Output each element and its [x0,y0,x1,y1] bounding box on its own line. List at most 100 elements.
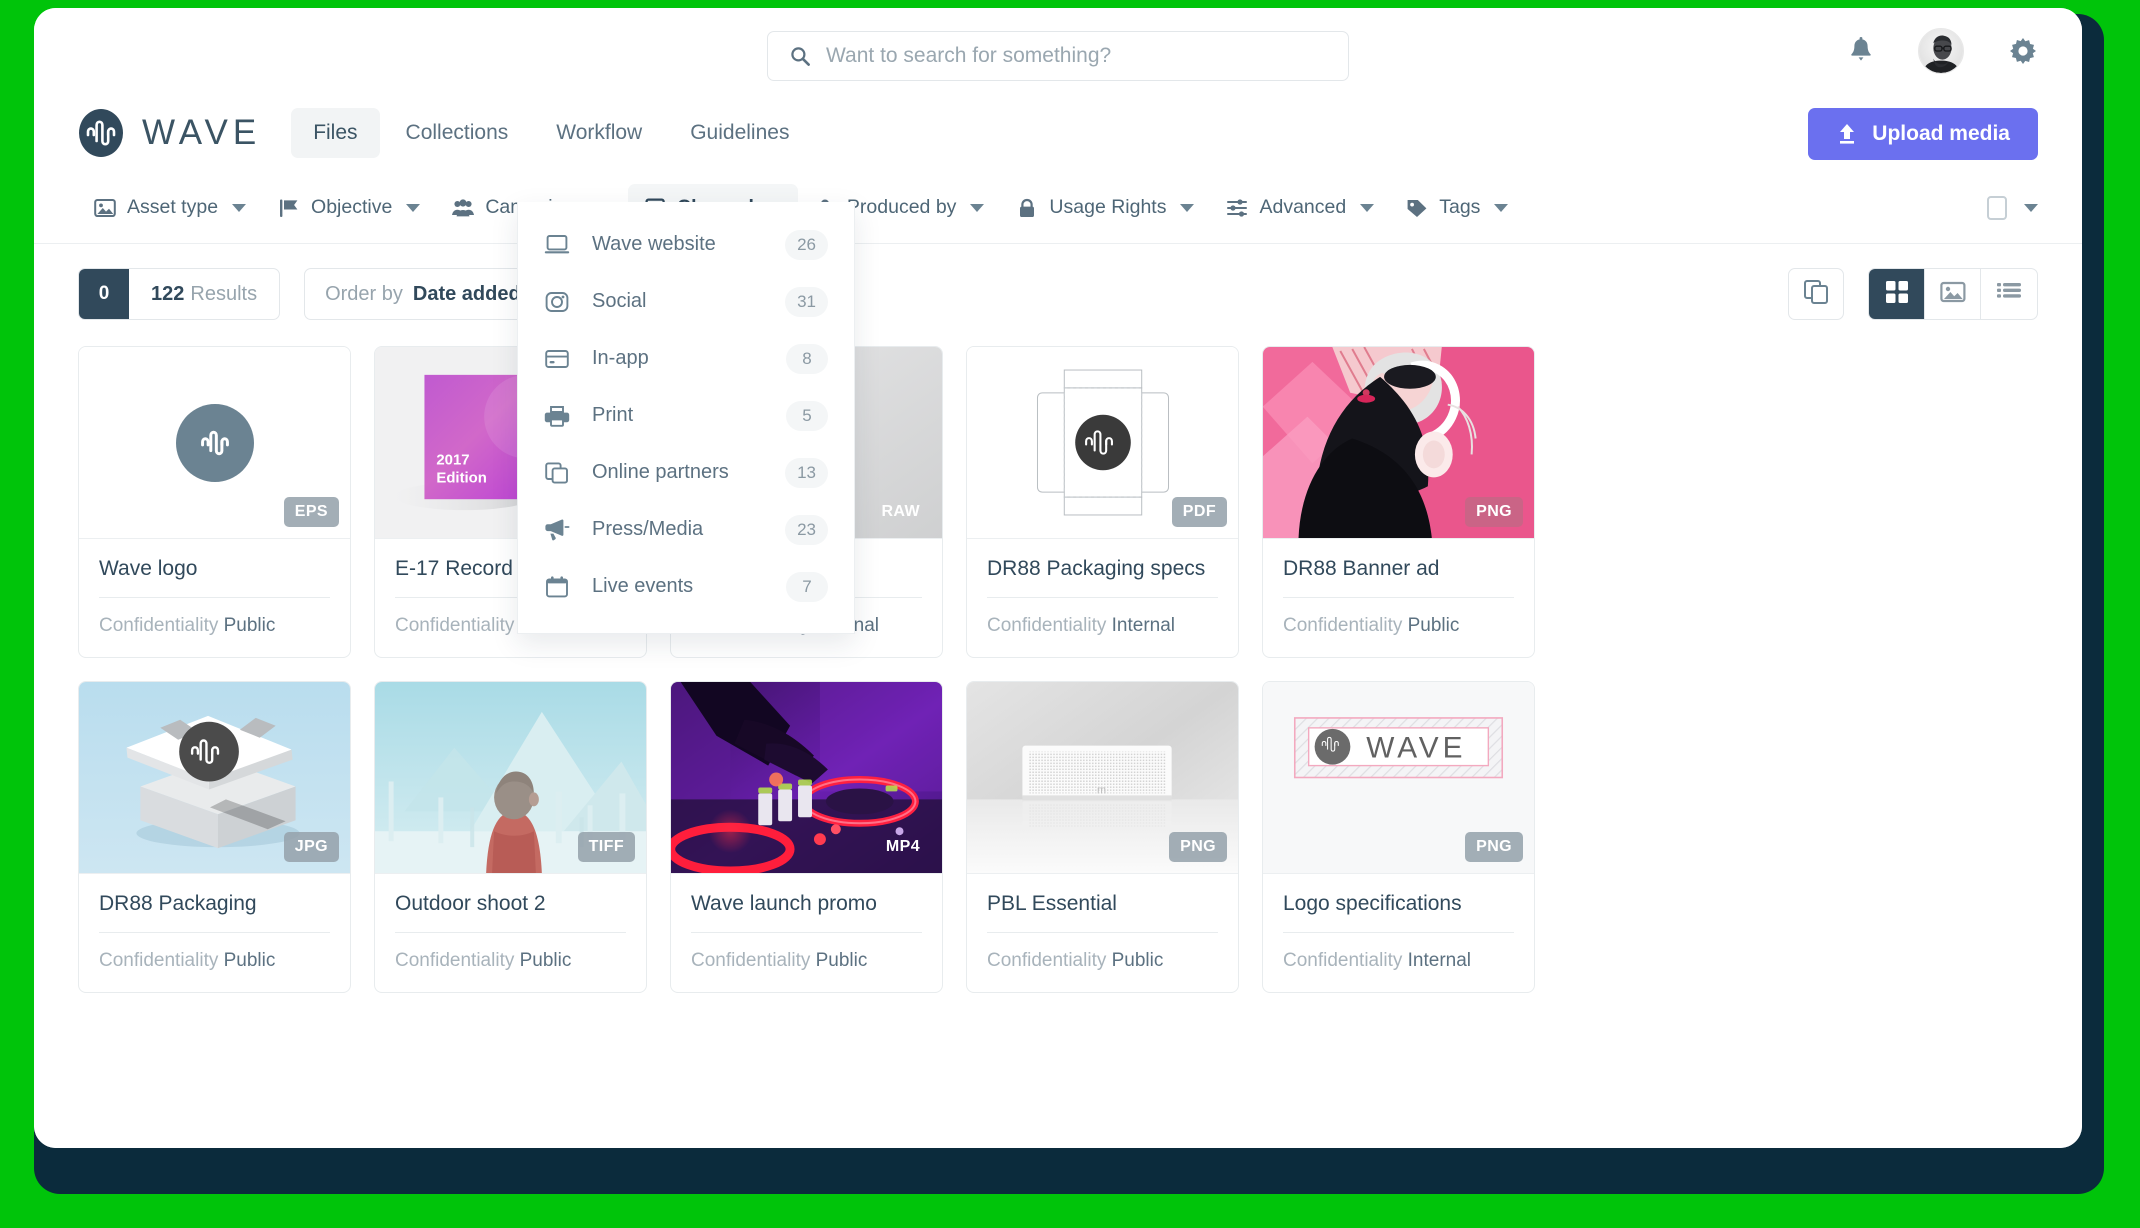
view-list[interactable] [1981,269,2037,319]
asset-card[interactable]: EPS Wave logo Confidentiality Public [78,346,351,658]
dropdown-item-wave-website[interactable]: Wave website 26 [518,216,854,273]
format-badge: MP4 [885,838,920,855]
dropdown-item-live-events[interactable]: Live events 7 [518,558,854,615]
dropdown-item-count: 23 [785,514,828,545]
filter-objective[interactable]: Objective [262,184,436,231]
upload-media-label: Upload media [1872,122,2010,145]
asset-title: DR88 Packaging specs [987,557,1218,598]
asset-meta-value: Public [1407,615,1460,636]
asset-thumbnail: m PNG [967,682,1238,874]
results-toolbar: 0 122 Results Order by Date added [78,244,2038,344]
dropdown-item-social[interactable]: Social 31 [518,273,854,330]
asset-meta-label: Confidentiality [395,615,515,636]
format-badge: PNG [1169,832,1227,862]
desktop-background: WAVE Files Collections Workflow Guidelin… [0,0,2140,1228]
select-all-checkbox[interactable] [1987,195,2007,220]
order-by-value: Date added [412,282,521,305]
dropdown-item-print[interactable]: Print 5 [518,387,854,444]
asset-info: DR88 Banner ad Confidentiality Public [1263,539,1534,657]
filter-asset-type[interactable]: Asset type [78,184,262,231]
asset-title: DR88 Packaging [99,892,330,933]
filter-asset-type-label: Asset type [127,196,219,218]
asset-meta-label: Confidentiality [987,615,1107,636]
global-search[interactable] [767,31,1349,81]
filter-produced-by-label: Produced by [846,196,957,218]
chevron-down-icon [1494,203,1509,212]
asset-meta-label: Confidentiality [1283,615,1403,636]
main-nav: WAVE Files Collections Workflow Guidelin… [34,94,2082,172]
gear-icon[interactable] [2008,36,2038,66]
wave-logo-icon [78,108,124,158]
asset-meta-label: Confidentiality [99,615,219,636]
top-bar [34,8,2082,94]
asset-card[interactable]: JPG DR88 Packaging Confidentiality Publi… [78,681,351,993]
flag-icon [278,198,300,218]
asset-info: DR88 Packaging Confidentiality Public [79,874,350,992]
asset-card[interactable]: TIFF Outdoor shoot 2 Confidentiality Pub… [374,681,647,993]
asset-title: Outdoor shoot 2 [395,892,626,933]
format-badge: JPG [283,832,339,862]
asset-card[interactable]: PNG DR88 Banner ad Confidentiality Publi… [1262,346,1535,658]
dropdown-item-label: Print [592,404,634,426]
search-icon [790,46,810,66]
chevron-down-icon [406,203,421,212]
asset-meta-label: Confidentiality [99,950,219,971]
filter-tags[interactable]: Tags [1390,184,1524,231]
tab-collections[interactable]: Collections [384,108,531,158]
notifications-bell-icon[interactable] [1848,36,1874,66]
filter-advanced[interactable]: Advanced [1210,184,1390,231]
asset-thumbnail: JPG [79,682,350,874]
asset-meta: Confidentiality Public [99,598,330,637]
filter-tags-label: Tags [1439,196,1481,218]
tag-icon [1406,198,1428,218]
selected-count[interactable]: 0 [79,269,129,319]
svg-text:Edition: Edition [436,469,487,486]
tab-files[interactable]: Files [291,108,380,158]
asset-card[interactable]: MP4 Wave launch promo Confidentiality Pu… [670,681,943,993]
asset-card[interactable]: WAVE PNG Logo specifications Confidentia… [1262,681,1535,993]
asset-title: DR88 Banner ad [1283,557,1514,598]
tab-guidelines[interactable]: Guidelines [668,108,811,158]
asset-info: DR88 Packaging specs Confidentiality Int… [967,539,1238,657]
chevron-down-icon[interactable] [2024,203,2038,212]
asset-meta-value: Public [223,615,276,636]
asset-info: Outdoor shoot 2 Confidentiality Public [375,874,646,992]
asset-meta-value: Public [519,950,572,971]
chevron-down-icon [970,203,985,212]
asset-thumbnail: PNG [1263,347,1534,539]
format-badge: PNG [1465,497,1523,527]
asset-meta-value: Public [815,950,868,971]
asset-info: Wave launch promo Confidentiality Public [671,874,942,992]
dropdown-item-count: 5 [786,400,828,431]
dropdown-item-label: Press/Media [592,518,704,540]
lock-icon [1016,198,1038,218]
dropdown-item-count: 8 [786,343,828,374]
upload-media-button[interactable]: Upload media [1808,108,2038,160]
view-grid[interactable] [1869,269,1925,319]
camera-icon [544,290,570,314]
asset-card[interactable]: PDF DR88 Packaging specs Confidentiality… [966,346,1239,658]
laptop-icon [544,233,570,257]
asset-meta-label: Confidentiality [1283,950,1403,971]
results-number: 122 [151,282,185,305]
filter-usage-rights[interactable]: Usage Rights [1000,184,1210,231]
printer-icon [544,404,570,428]
search-input[interactable] [826,44,1326,68]
avatar[interactable] [1918,28,1964,74]
format-badge: PNG [1465,832,1523,862]
brand-logo[interactable]: WAVE [78,108,261,158]
format-badge: RAW [881,503,920,520]
asset-info: Wave logo Confidentiality Public [79,539,350,657]
view-media[interactable] [1925,269,1981,319]
dropdown-item-in-app[interactable]: In-app 8 [518,330,854,387]
asset-meta: Confidentiality Public [99,933,330,972]
duplicate-button[interactable] [1788,268,1844,320]
asset-grid: EPS Wave logo Confidentiality Public 201… [78,346,2038,993]
asset-meta: Confidentiality Public [691,933,922,972]
dropdown-item-online-partners[interactable]: Online partners 13 [518,444,854,501]
tab-workflow[interactable]: Workflow [534,108,664,158]
asset-meta: Confidentiality Public [1283,598,1514,637]
asset-card[interactable]: m PNG PBL Essential Confidentiality Publ… [966,681,1239,993]
dropdown-item-press-media[interactable]: Press/Media 23 [518,501,854,558]
copy-icon [544,461,570,485]
